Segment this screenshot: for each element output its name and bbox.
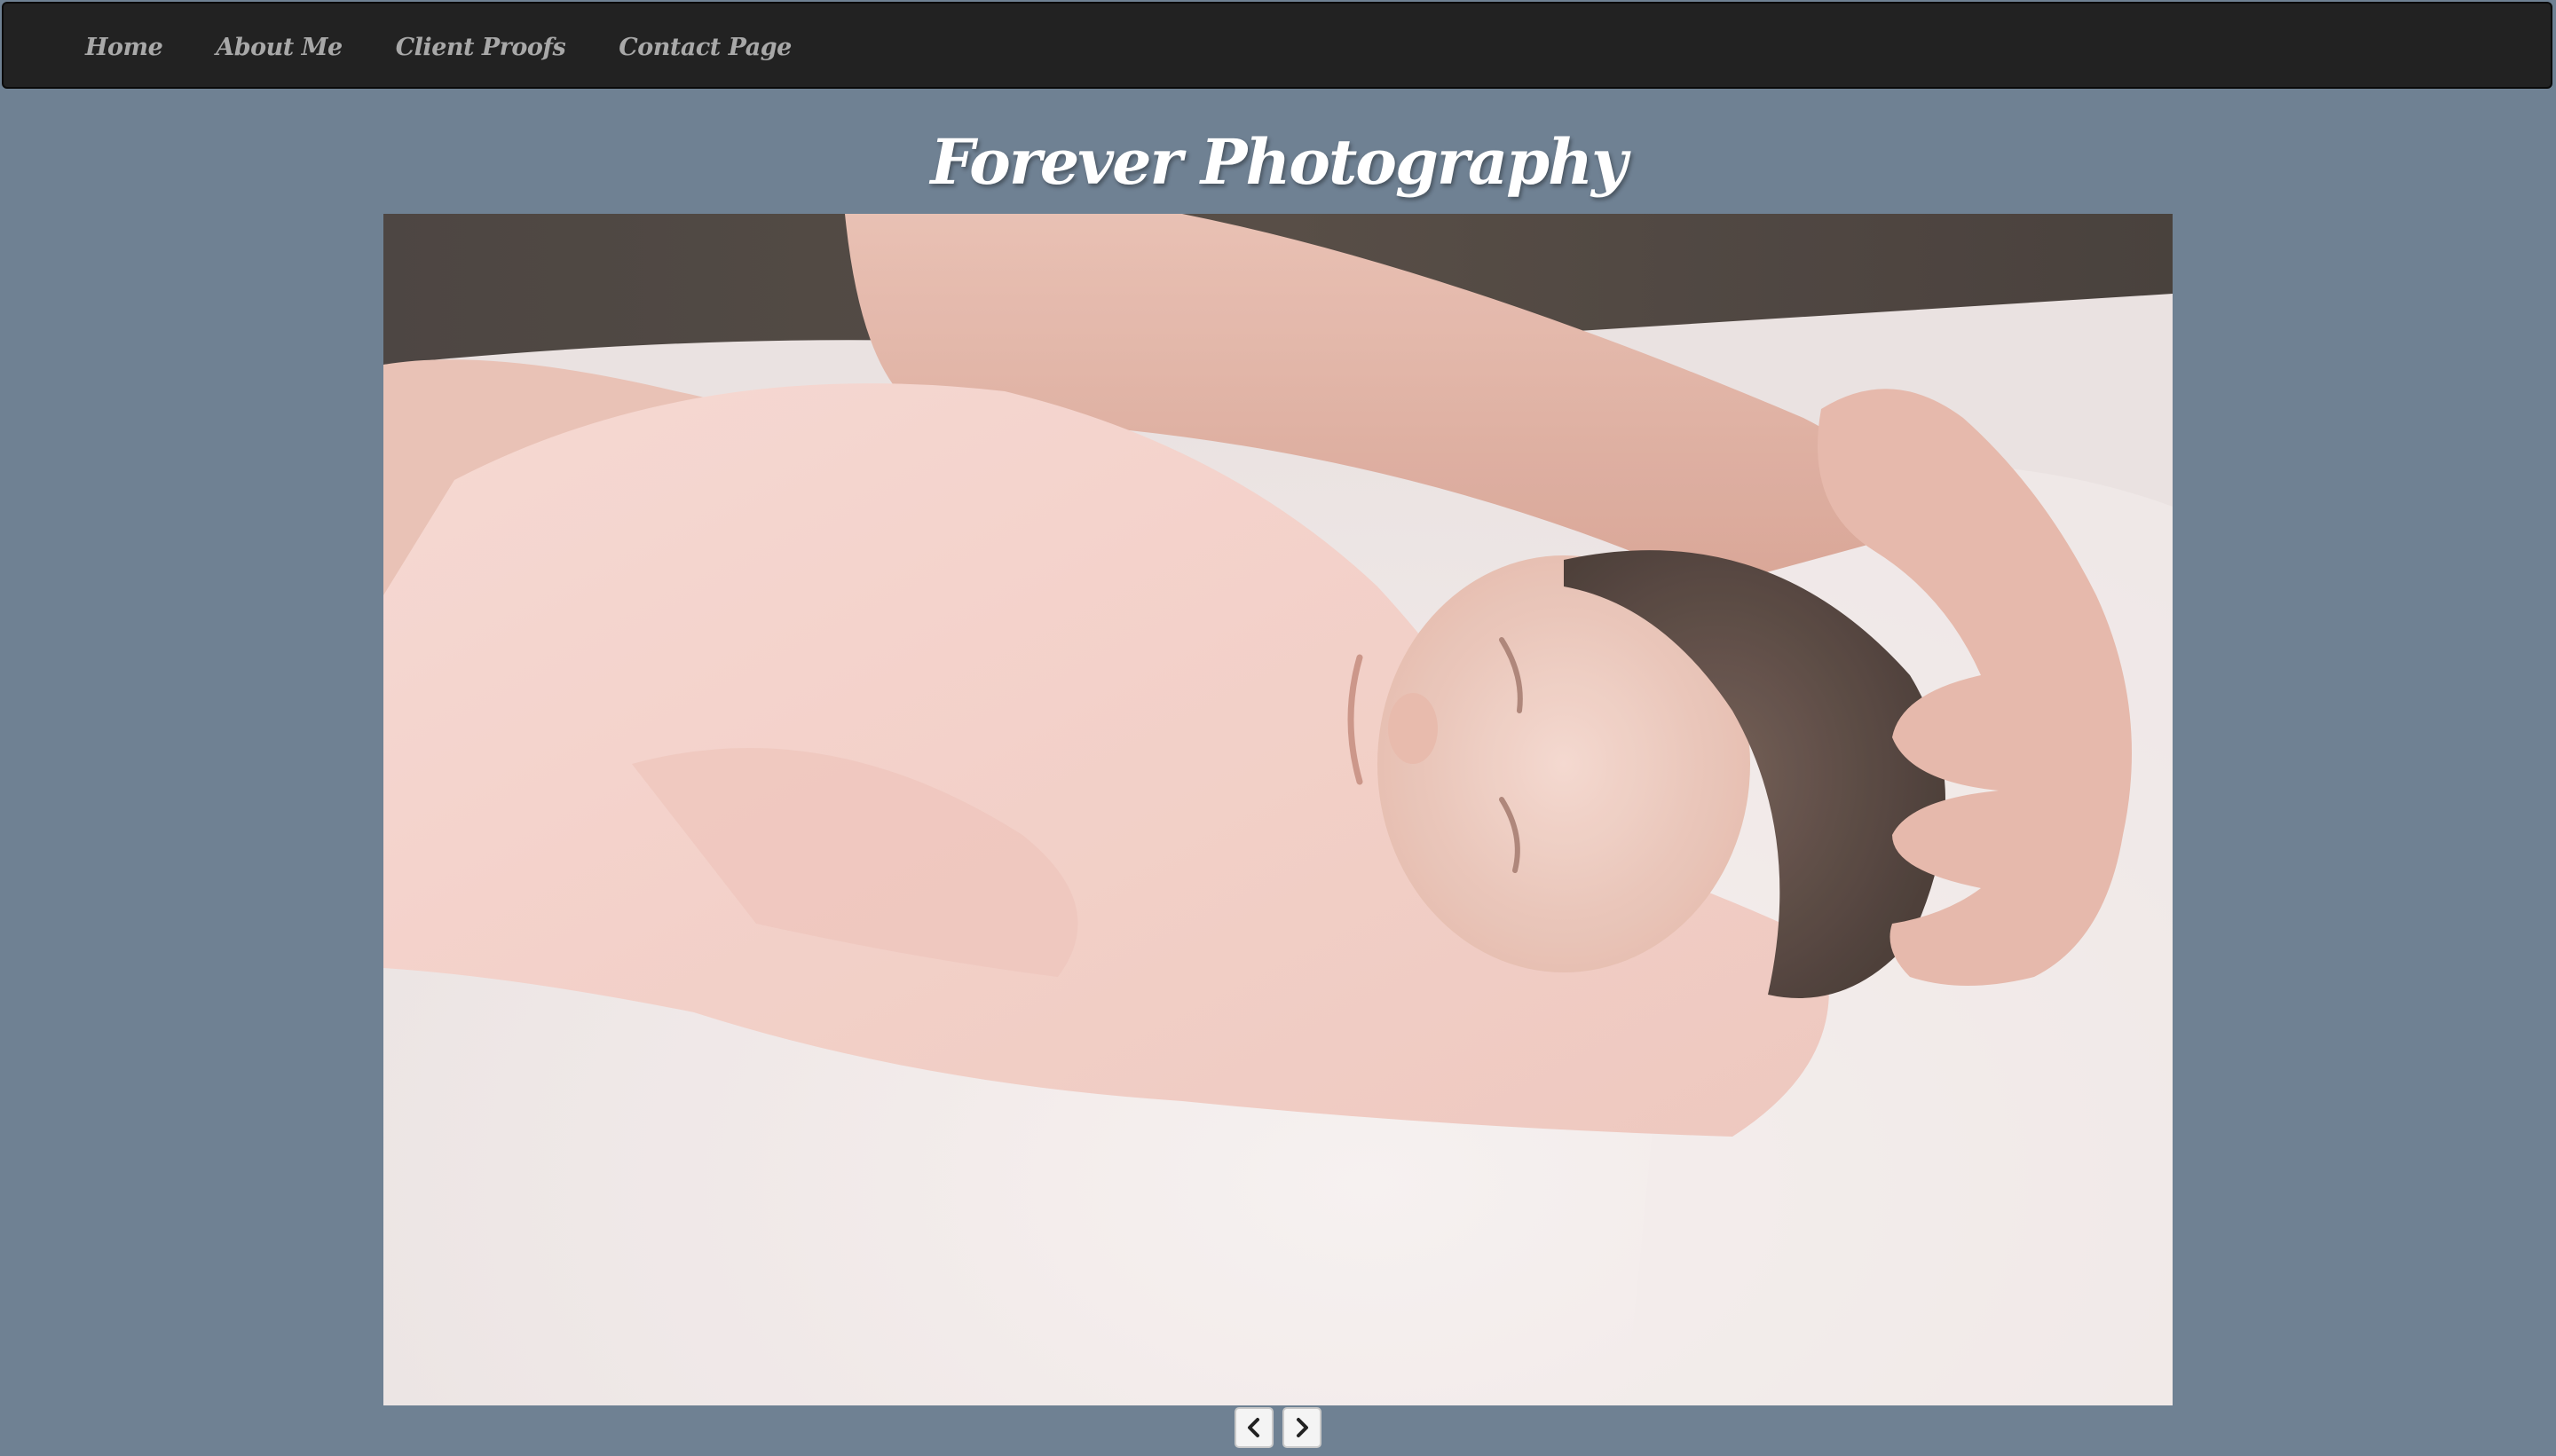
carousel-next-button[interactable] <box>1282 1407 1321 1448</box>
top-navbar: Home About Me Client Proofs Contact Page <box>2 2 2552 89</box>
nav-link-about-me[interactable]: About Me <box>189 34 368 61</box>
chevron-left-icon <box>1248 1418 1259 1437</box>
carousel-prev-button[interactable] <box>1235 1407 1274 1448</box>
nav-link-contact-page[interactable]: Contact Page <box>592 34 818 61</box>
photo-carousel <box>383 214 2173 1405</box>
nav-link-home[interactable]: Home <box>69 34 189 61</box>
page-title: Forever Photography <box>930 125 1627 199</box>
nav-menu: Home About Me Client Proofs Contact Page <box>69 4 818 91</box>
nav-link-client-proofs[interactable]: Client Proofs <box>369 34 593 61</box>
carousel-controls <box>1235 1407 1321 1448</box>
carousel-photo <box>383 214 2173 1405</box>
chevron-right-icon <box>1297 1418 1308 1437</box>
